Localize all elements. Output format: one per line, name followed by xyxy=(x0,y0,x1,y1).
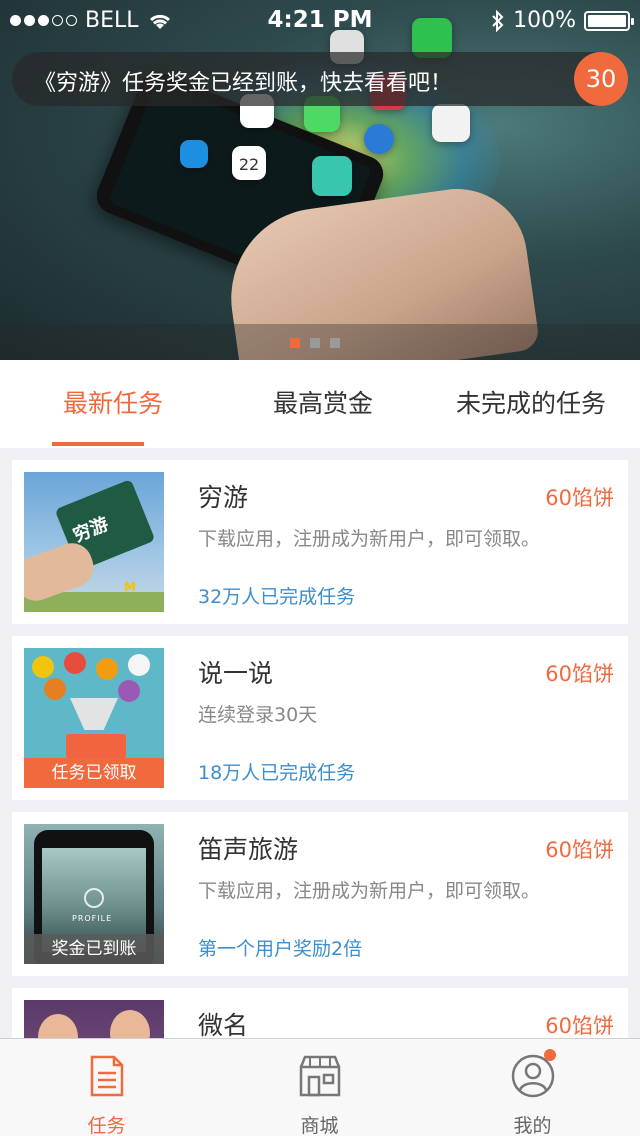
task-reward: 60馅饼 xyxy=(545,1014,614,1038)
calendar-day-label: 22 xyxy=(238,155,260,174)
store-icon xyxy=(299,1055,341,1097)
nav-store[interactable]: 商城 xyxy=(213,1039,426,1136)
nav-profile-label: 我的 xyxy=(513,1115,552,1136)
calendar-app-icon: 22 xyxy=(232,146,266,180)
task-card[interactable]: M 穷游 穷游 60馅饼 下载应用，注册成为新用户，即可领取。 32万人已完成任… xyxy=(12,460,628,624)
task-card[interactable]: 微名 60馅饼 xyxy=(12,988,628,1038)
task-reward: 60馅饼 xyxy=(545,662,614,686)
task-status-tag: 奖金已到账 xyxy=(24,934,164,964)
task-title: 说一说 xyxy=(198,659,274,688)
mail-app-icon xyxy=(180,140,208,168)
task-tabs: 最新任务 最高赏金 未完成的任务 xyxy=(0,360,640,448)
notification-dot xyxy=(544,1049,556,1061)
status-bar: BELL 4:21 PM 100% xyxy=(0,0,640,40)
camera-app-icon xyxy=(432,104,470,142)
carousel-dots[interactable] xyxy=(290,338,340,348)
task-card[interactable]: 任务已领取 说一说 60馅饼 连续登录30天 18万人已完成任务 xyxy=(12,636,628,800)
nav-store-label: 商城 xyxy=(300,1115,339,1136)
task-title: 微名 xyxy=(198,1011,249,1038)
tab-latest[interactable]: 最新任务 xyxy=(28,360,198,448)
tab-highest-reward[interactable]: 最高赏金 xyxy=(238,360,408,448)
task-card[interactable]: PROFILE 奖金已到账 笛声旅游 60馅饼 下载应用，注册成为新用户，即可领… xyxy=(12,812,628,976)
carousel-dot-2[interactable] xyxy=(310,338,320,348)
document-icon xyxy=(90,1055,124,1097)
task-thumbnail: M 穷游 xyxy=(24,472,164,612)
task-description: 下载应用，注册成为新用户，即可领取。 xyxy=(198,880,541,902)
battery-percent: 100% xyxy=(513,8,576,33)
nav-profile[interactable]: 我的 xyxy=(426,1039,639,1136)
task-description: 下载应用，注册成为新用户，即可领取。 xyxy=(198,528,541,550)
bluetooth-icon xyxy=(492,9,504,32)
task-completion-stat: 第一个用户奖励2倍 xyxy=(198,938,363,960)
profile-screen-label: PROFILE xyxy=(72,914,113,923)
task-thumbnail: 任务已领取 xyxy=(24,648,164,788)
notes-app-icon xyxy=(312,156,352,196)
task-thumbnail xyxy=(24,1000,164,1038)
tab-incomplete[interactable]: 未完成的任务 xyxy=(440,360,622,448)
task-completion-stat: 18万人已完成任务 xyxy=(198,762,356,784)
notice-count-badge[interactable]: 30 xyxy=(574,52,628,106)
task-list[interactable]: M 穷游 穷游 60馅饼 下载应用，注册成为新用户，即可领取。 32万人已完成任… xyxy=(0,448,640,1038)
carousel-dot-1[interactable] xyxy=(290,338,300,348)
reward-notice-banner[interactable]: 《穷游》任务奖金已经到账，快去看看吧！ 30 xyxy=(12,52,628,106)
task-thumbnail: PROFILE 奖金已到账 xyxy=(24,824,164,964)
task-status-tag: 任务已领取 xyxy=(24,758,164,788)
task-title: 穷游 xyxy=(198,483,249,512)
nav-tasks-label: 任务 xyxy=(87,1115,126,1136)
task-reward: 60馅饼 xyxy=(545,838,614,862)
task-reward: 60馅饼 xyxy=(545,486,614,510)
task-title: 笛声旅游 xyxy=(198,835,299,864)
task-description: 连续登录30天 xyxy=(198,704,318,726)
battery-icon xyxy=(584,10,634,31)
carousel-dot-3[interactable] xyxy=(330,338,340,348)
qyer-logo-text: 穷游 xyxy=(70,513,112,547)
bottom-tab-bar: 任务 商城 我的 xyxy=(0,1038,640,1136)
add-app-icon xyxy=(364,124,394,154)
active-tab-indicator xyxy=(52,442,144,446)
notice-text: 《穷游》任务奖金已经到账，快去看看吧！ xyxy=(34,71,453,96)
nav-tasks[interactable]: 任务 xyxy=(0,1039,213,1136)
task-completion-stat: 32万人已完成任务 xyxy=(198,586,356,608)
